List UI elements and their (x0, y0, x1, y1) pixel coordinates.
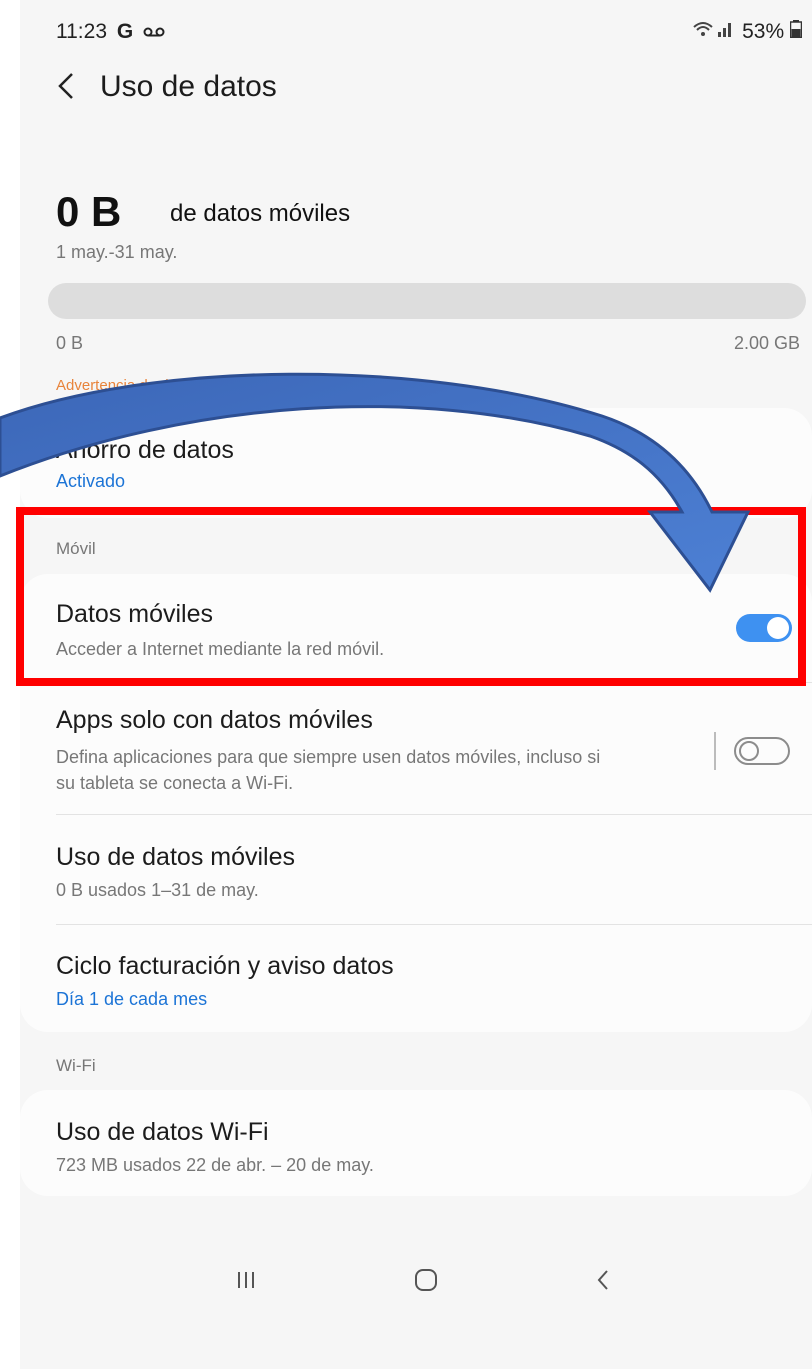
data-saver-status: Activado (56, 471, 126, 491)
wifi-signal-icon (693, 22, 732, 37)
apps-mobile-only-row[interactable]: Apps solo con datos móviles Defina aplic… (20, 684, 812, 814)
billing-cycle-title: Ciclo facturación y aviso datos (56, 952, 394, 980)
usage-unit-label: de datos móviles (170, 200, 351, 227)
back-nav-button[interactable] (574, 1255, 634, 1305)
voicemail-icon (143, 27, 165, 37)
home-icon (415, 1269, 437, 1291)
apps-mobile-only-title: Apps solo con datos móviles (56, 706, 373, 734)
recents-button[interactable] (216, 1255, 276, 1305)
usage-max-label: 2.00 GB (733, 333, 800, 353)
toggle-separator (714, 732, 716, 770)
mobile-data-row[interactable]: Datos móviles Acceder a Internet mediant… (20, 574, 812, 684)
page-title: Uso de datos (100, 70, 277, 103)
usage-amount: 0 B (56, 188, 122, 235)
status-bar-left: 11:23 G (56, 20, 165, 44)
apps-mobile-only-subtitle-line2: su tableta se conecta a Wi-Fi. (56, 773, 294, 793)
settings-screen: 11:23 G 53% Uso de datos 0 B de datos mó… (20, 0, 812, 1369)
usage-progress-bar (48, 283, 806, 319)
toggle-knob (739, 741, 759, 761)
mobile-data-title: Datos móviles (56, 600, 213, 628)
toggle-knob (767, 617, 789, 639)
data-warning-label: Advertencia de datos: 2.00 GB (56, 377, 261, 394)
billing-cycle-row[interactable]: Ciclo facturación y aviso datos Día 1 de… (20, 925, 812, 1032)
battery-percent: 53% (742, 20, 785, 43)
section-label-mobile: Móvil (56, 539, 96, 558)
status-bar-right: 53% (692, 20, 803, 44)
mobile-data-usage-row[interactable]: Uso de datos móviles 0 B usados 1–31 de … (20, 815, 812, 923)
recents-icon (238, 1272, 254, 1288)
apps-mobile-only-subtitle-line1: Defina aplicaciones para que siempre use… (56, 747, 601, 767)
mobile-data-subtitle: Acceder a Internet mediante la red móvil… (56, 639, 385, 659)
google-icon: G (116, 20, 134, 43)
home-button[interactable] (396, 1255, 456, 1305)
data-saver-title: Ahorro de datos (56, 436, 234, 464)
wifi-data-usage-subtitle: 723 MB usados 22 de abr. – 20 de may. (56, 1155, 374, 1175)
billing-cycle-subtitle: Día 1 de cada mes (56, 989, 208, 1009)
mobile-settings-card: Datos móviles Acceder a Internet mediant… (20, 574, 812, 1032)
usage-min-label: 0 B (56, 333, 84, 353)
mobile-data-usage-subtitle: 0 B usados 1–31 de may. (56, 880, 259, 900)
mobile-data-toggle[interactable] (736, 614, 792, 642)
usage-period: 1 may.-31 may. (56, 242, 178, 262)
wifi-data-usage-title: Uso de datos Wi-Fi (56, 1118, 269, 1146)
wifi-settings-card[interactable]: Uso de datos Wi-Fi 723 MB usados 22 de a… (20, 1090, 812, 1196)
mobile-data-usage-title: Uso de datos móviles (56, 843, 296, 871)
data-saver-card[interactable]: Ahorro de datos Activado (20, 408, 812, 518)
status-time: 11:23 (56, 20, 107, 43)
section-label-wifi: Wi-Fi (56, 1056, 96, 1075)
back-icon (597, 1270, 608, 1290)
battery-icon (789, 20, 803, 39)
chevron-left-icon[interactable] (48, 66, 88, 106)
apps-mobile-only-toggle[interactable] (734, 737, 790, 765)
divider (56, 682, 812, 683)
